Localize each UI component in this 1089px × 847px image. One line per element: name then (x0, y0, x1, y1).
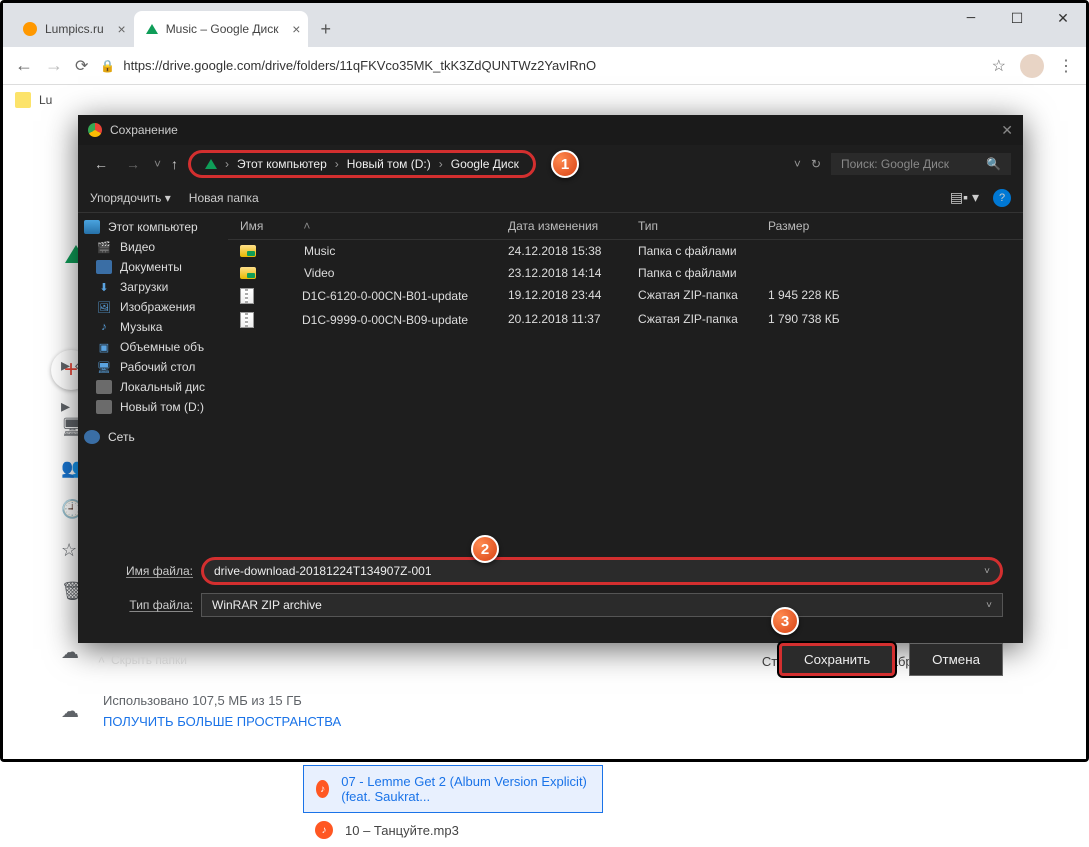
drive-file-selected[interactable]: 07 - Lemme Get 2 (Album Version Explicit… (303, 765, 603, 813)
browser-tab-active[interactable]: Music – Google Диск × (134, 11, 309, 47)
storage-icon[interactable]: ☁ (61, 701, 93, 722)
filetype-label: Тип файла: (98, 598, 193, 612)
tree-item-downloads[interactable]: ⬇Загрузки (78, 277, 228, 297)
folder-tree[interactable]: Этот компьютер 🎬Видео Документы ⬇Загрузк… (78, 213, 228, 543)
tree-item-pictures[interactable]: 🖼Изображения (78, 297, 228, 317)
search-placeholder: Поиск: Google Диск (841, 157, 949, 171)
tree-item-3d[interactable]: ▣Объемные объ (78, 337, 228, 357)
breadcrumb-item[interactable]: Новый том (D:) (347, 157, 431, 171)
folder-icon (240, 267, 256, 279)
breadcrumb-item[interactable]: Этот компьютер (237, 157, 327, 171)
tree-item-this-pc[interactable]: Этот компьютер (78, 217, 228, 237)
save-dialog: Сохранение ✕ ← → ˅ ↑ › Этот компьютер › … (78, 115, 1023, 643)
column-headers[interactable]: Имя˄ Дата изменения Тип Размер (228, 213, 1023, 240)
dialog-titlebar: Сохранение ✕ (78, 115, 1023, 145)
zip-icon (240, 312, 254, 328)
refresh-button[interactable]: ↻ (811, 157, 821, 171)
tree-item-music[interactable]: ♪Музыка (78, 317, 228, 337)
tab-title: Music – Google Диск (166, 22, 279, 36)
breadcrumb[interactable]: › Этот компьютер › Новый том (D:) › Goog… (188, 150, 536, 178)
profile-avatar[interactable] (1020, 54, 1044, 78)
zip-icon (240, 288, 254, 304)
tab-title: Lumpics.ru (45, 22, 104, 36)
chevron-right-icon: › (335, 157, 339, 171)
close-icon[interactable]: × (118, 21, 126, 37)
filename-input[interactable]: drive-download-20181224T134907Z-001 ˅ (201, 557, 1003, 585)
chevron-down-icon[interactable]: ˅ (986, 600, 992, 611)
tree-item-network[interactable]: Сеть (78, 427, 228, 447)
file-row[interactable]: Music 24.12.2018 15:38 Папка с файлами (228, 240, 1023, 262)
breadcrumb-item[interactable]: Google Диск (451, 157, 519, 171)
chevron-right-icon: › (439, 157, 443, 171)
filetype-select[interactable]: WinRAR ZIP archive ˅ (201, 593, 1003, 617)
save-button[interactable]: Сохранить (779, 643, 895, 676)
maximize-button[interactable]: ☐ (994, 3, 1040, 35)
tree-item-desktop[interactable]: 🖥Рабочий стол (78, 357, 228, 377)
address-bar[interactable]: 🔒 https://drive.google.com/drive/folders… (100, 58, 979, 73)
file-row[interactable]: Video 23.12.2018 14:14 Папка с файлами (228, 262, 1023, 284)
drive-icon (205, 159, 217, 169)
storage-text: Использовано 107,5 МБ из 15 ГБ (103, 693, 341, 708)
annotation-badge-1: 1 (551, 150, 579, 178)
dialog-title: Сохранение (110, 123, 178, 137)
chevron-right-icon: › (225, 157, 229, 171)
new-tab-button[interactable]: + (320, 19, 331, 40)
audio-icon (316, 780, 329, 798)
tree-item-video[interactable]: 🎬Видео (78, 237, 228, 257)
file-row[interactable]: D1C-6120-0-00CN-B01-update 19.12.2018 23… (228, 284, 1023, 308)
tree-item-documents[interactable]: Документы (78, 257, 228, 277)
drive-file[interactable]: 10 – Танцуйте.mp3 (303, 813, 603, 847)
file-name: 10 – Танцуйте.mp3 (345, 823, 459, 838)
minimize-button[interactable]: ─ (948, 3, 994, 35)
folder-icon (240, 245, 256, 257)
back-button[interactable]: ← (15, 55, 33, 76)
search-input[interactable]: Поиск: Google Диск 🔍 (831, 153, 1011, 175)
menu-icon[interactable]: ⋮ (1058, 56, 1074, 76)
reload-button[interactable]: ⟳ (75, 56, 88, 76)
chevron-up-icon: ˄ (98, 653, 105, 667)
sort-arrow-icon: ˄ (303, 219, 310, 233)
file-row[interactable]: D1C-9999-0-00CN-B09-update 20.12.2018 11… (228, 308, 1023, 332)
get-more-storage-link[interactable]: ПОЛУЧИТЬ БОЛЬШЕ ПРОСТРАНСТВА (103, 714, 341, 729)
close-button[interactable]: ✕ (1040, 3, 1086, 35)
bookmark-star-icon[interactable]: ☆ (992, 56, 1006, 76)
organize-menu[interactable]: Упорядочить ▾ (90, 191, 171, 205)
tree-item-local-disk[interactable]: Локальный дис (78, 377, 228, 397)
url-text: https://drive.google.com/drive/folders/1… (123, 58, 596, 73)
bookmark-item[interactable]: Lu (39, 93, 52, 107)
lock-icon: 🔒 (100, 59, 115, 73)
back-button[interactable]: ← (90, 156, 112, 172)
drive-icon (146, 24, 158, 34)
help-icon[interactable]: ? (993, 189, 1011, 207)
new-folder-button[interactable]: Новая папка (189, 191, 259, 205)
cancel-button[interactable]: Отмена (909, 643, 1003, 676)
chevron-down-icon[interactable]: ˅ (794, 157, 801, 171)
hide-folders-toggle[interactable]: ˄ Скрыть папки (98, 653, 187, 667)
file-list: Имя˄ Дата изменения Тип Размер Music 24.… (228, 213, 1023, 543)
chevron-down-icon[interactable]: ˅ (984, 566, 990, 577)
annotation-badge-2: 2 (471, 535, 499, 563)
tree-item-new-volume[interactable]: Новый том (D:) (78, 397, 228, 417)
filename-label: Имя файла: (98, 564, 193, 578)
close-icon[interactable]: ✕ (1001, 122, 1013, 139)
forward-button: → (45, 55, 63, 76)
forward-button: → (122, 156, 144, 172)
annotation-badge-3: 3 (771, 607, 799, 635)
bookmark-folder-icon (15, 92, 31, 108)
chrome-icon (88, 123, 102, 137)
file-name: 07 - Lemme Get 2 (Album Version Explicit… (341, 774, 590, 804)
favicon-icon (23, 22, 37, 36)
up-button[interactable]: ↑ (171, 156, 178, 172)
view-options-button[interactable]: ▤▪ ▾ (950, 189, 979, 206)
search-icon: 🔍 (986, 157, 1001, 171)
chevron-down-icon[interactable]: ˅ (154, 157, 161, 171)
close-icon[interactable]: × (292, 21, 300, 37)
audio-icon (315, 821, 333, 839)
browser-tab[interactable]: Lumpics.ru × (11, 11, 134, 47)
